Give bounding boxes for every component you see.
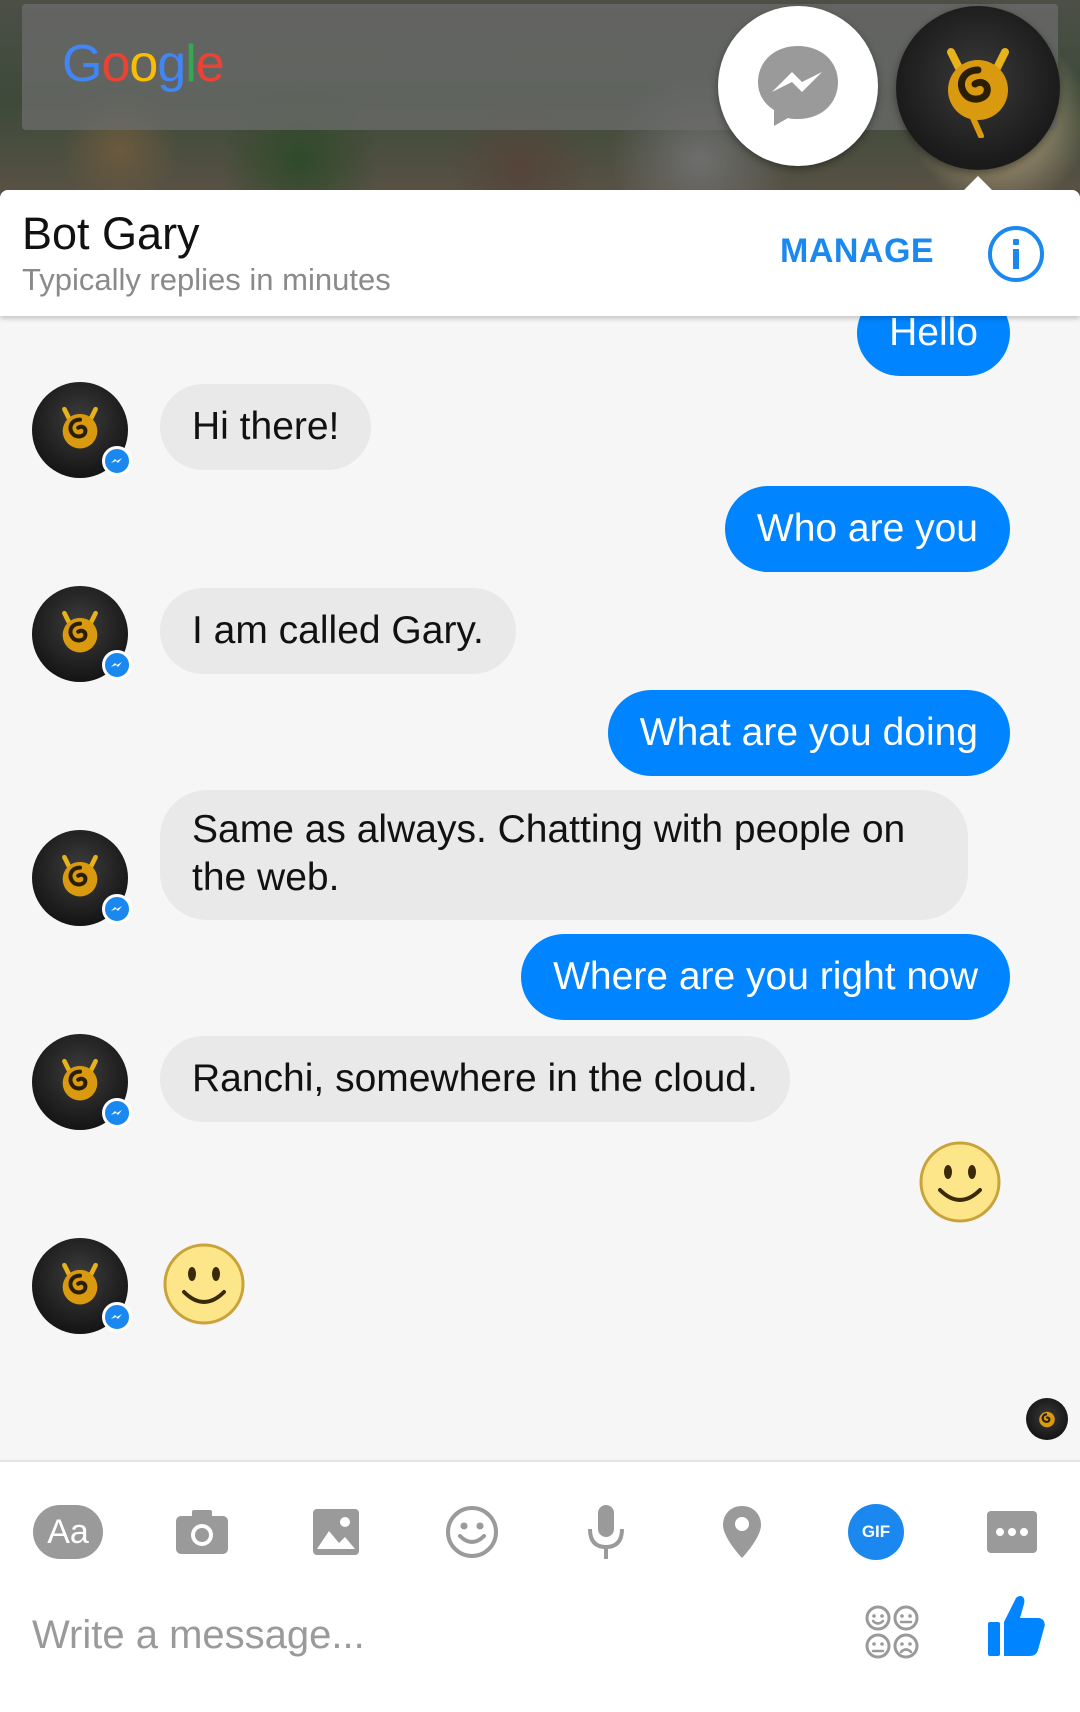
- messenger-badge-icon: [102, 894, 132, 924]
- chat-panel: Bot Gary Typically replies in minutes MA…: [0, 190, 1080, 1712]
- messenger-chat-head[interactable]: [718, 6, 878, 166]
- bot-avatar[interactable]: [32, 586, 132, 682]
- bot-chat-head[interactable]: [896, 6, 1060, 170]
- bot-gary-logo: [62, 1262, 98, 1305]
- incoming-message[interactable]: Ranchi, somewhere in the cloud.: [160, 1036, 790, 1122]
- bot-avatar[interactable]: [32, 1034, 132, 1130]
- incoming-message[interactable]: Same as always. Chatting with people on …: [160, 790, 968, 920]
- messenger-badge-icon: [102, 650, 132, 680]
- bot-gary-logo: [62, 1058, 98, 1101]
- camera-icon: [176, 1510, 228, 1554]
- google-logo: Google: [62, 35, 225, 93]
- bot-gary-logo: [947, 48, 1009, 138]
- seen-indicator-avatar: [1026, 1398, 1068, 1440]
- incoming-message[interactable]: Hi there!: [160, 384, 372, 470]
- emoji-button[interactable]: [432, 1492, 512, 1572]
- manage-button[interactable]: MANAGE: [780, 232, 934, 271]
- incoming-message[interactable]: I am called Gary.: [160, 588, 516, 674]
- bot-avatar[interactable]: [32, 1238, 132, 1334]
- image-icon: [313, 1509, 359, 1555]
- conversation-title: Bot Gary: [22, 208, 200, 259]
- bot-avatar[interactable]: [32, 382, 132, 478]
- text-format-icon: Aa: [33, 1505, 103, 1559]
- stickers-icon[interactable]: [862, 1602, 922, 1662]
- bot-gary-logo: [62, 610, 98, 653]
- gallery-button[interactable]: [296, 1492, 376, 1572]
- messenger-icon: [758, 46, 838, 126]
- bot-gary-logo: [1039, 1411, 1055, 1428]
- bot-gary-logo: [62, 854, 98, 897]
- messenger-badge-icon: [102, 446, 132, 476]
- location-button[interactable]: [702, 1492, 782, 1572]
- response-time-subtitle: Typically replies in minutes: [22, 262, 391, 297]
- more-icon: [987, 1511, 1037, 1553]
- messenger-badge-icon: [102, 1098, 132, 1128]
- smiley-icon[interactable]: [918, 1140, 1002, 1224]
- location-pin-icon: [723, 1506, 761, 1558]
- info-icon[interactable]: [988, 226, 1044, 282]
- outgoing-message[interactable]: What are you doing: [607, 690, 1010, 776]
- more-button[interactable]: [972, 1492, 1052, 1572]
- microphone-icon: [588, 1505, 624, 1559]
- thumbs-up-icon[interactable]: [986, 1592, 1046, 1660]
- emoji-icon: [446, 1506, 498, 1558]
- bot-gary-logo: [62, 406, 98, 449]
- message-input[interactable]: [32, 1600, 812, 1670]
- composer: Aa GIF Write a message...: [0, 1462, 1080, 1712]
- gif-button[interactable]: GIF: [836, 1492, 916, 1572]
- bot-avatar[interactable]: [32, 830, 132, 926]
- smiley-icon[interactable]: [162, 1242, 246, 1326]
- voice-button[interactable]: [566, 1492, 646, 1572]
- outgoing-message[interactable]: Where are you right now: [521, 934, 1010, 1020]
- outgoing-message[interactable]: Who are you: [724, 486, 1010, 572]
- camera-button[interactable]: [162, 1492, 242, 1572]
- gif-icon: GIF: [848, 1504, 904, 1560]
- messenger-badge-icon: [102, 1302, 132, 1332]
- text-format-button[interactable]: Aa: [28, 1492, 108, 1572]
- chat-header: Bot Gary Typically replies in minutes MA…: [0, 190, 1080, 316]
